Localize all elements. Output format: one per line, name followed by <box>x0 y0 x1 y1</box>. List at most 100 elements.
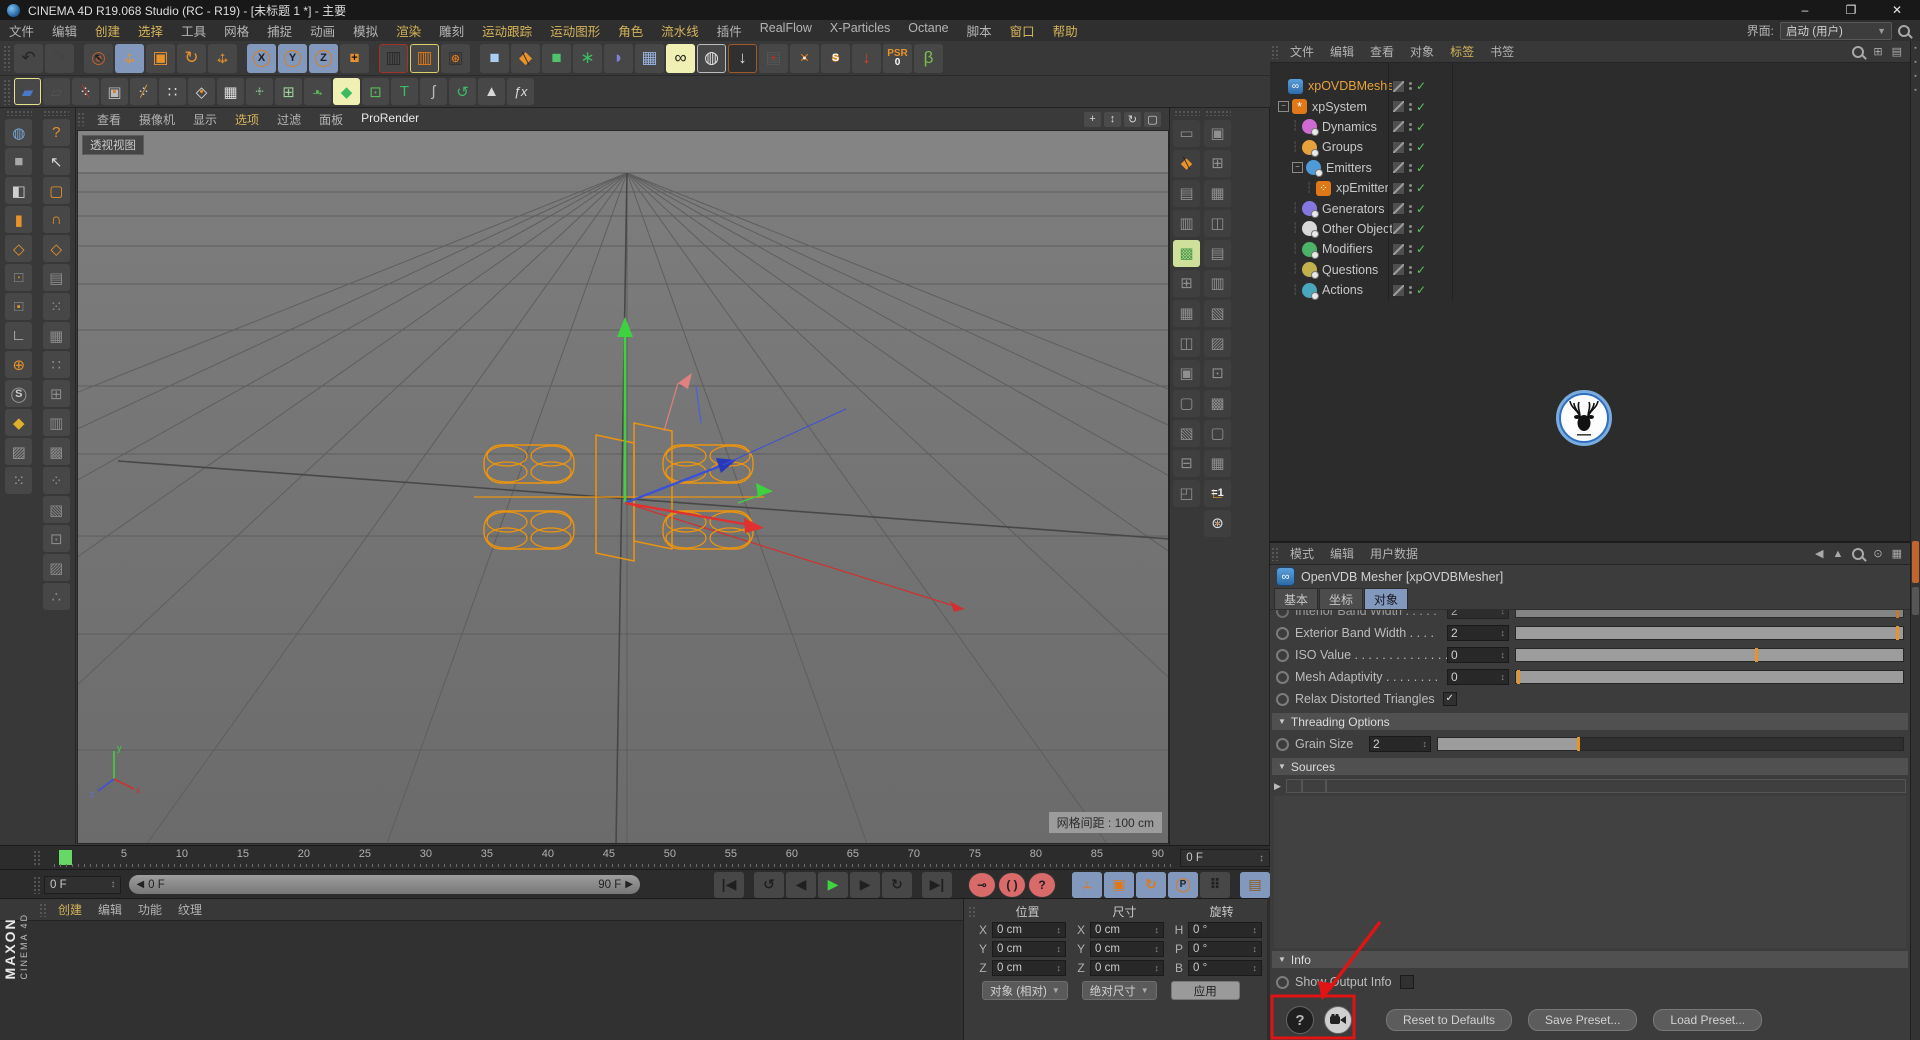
palette-b-10[interactable]: ▢ <box>1204 420 1231 447</box>
play-forwards-button[interactable]: ▶ <box>818 872 848 898</box>
palette-b-0[interactable]: ▣ <box>1204 120 1231 147</box>
save-preset-button[interactable]: Save Preset... <box>1528 1009 1637 1031</box>
editor-visibility-toggle[interactable] <box>1392 243 1405 256</box>
coords-input[interactable]: 0 °↕ <box>1188 941 1262 957</box>
spinner-arrows-icon[interactable]: ↕ <box>1057 925 1062 935</box>
add-xparticles-object[interactable]: ∗ <box>573 44 602 73</box>
help-icon[interactable]: ? <box>43 119 70 146</box>
render-active-view[interactable]: ▥ <box>379 44 408 73</box>
keyframe-ring-icon[interactable] <box>1276 693 1289 706</box>
play-loop-button[interactable]: ↻ <box>882 872 912 898</box>
coords-input[interactable]: 0 °↕ <box>1188 922 1262 938</box>
menu-item-捕捉[interactable]: 捕捉 <box>258 21 301 40</box>
render-visibility-dots[interactable] <box>1409 82 1412 90</box>
palette-a-11[interactable]: ⊟ <box>1173 450 1200 477</box>
paint-tool[interactable]: ◆ <box>5 409 32 436</box>
edge-icon-a[interactable]: ▪ <box>1914 45 1916 52</box>
mm-menu-item-编辑[interactable]: 编辑 <box>90 901 130 918</box>
slider-thumb[interactable] <box>1896 610 1899 618</box>
search-icon[interactable] <box>1898 25 1910 37</box>
menu-item-渲染[interactable]: 渲染 <box>387 21 430 40</box>
snap-lock-dots[interactable]: ⁙ <box>5 467 32 494</box>
render-visibility-dots[interactable] <box>1409 205 1412 213</box>
menu-item-雕刻[interactable]: 雕刻 <box>430 21 473 40</box>
workplane-mode[interactable]: ▮ <box>5 206 32 233</box>
om-menu-item-标签[interactable]: 标签 <box>1442 43 1482 60</box>
keyframe-ring-icon[interactable] <box>1276 627 1289 640</box>
editor-visibility-toggle[interactable] <box>1392 161 1405 174</box>
param-value-field[interactable]: 2↕ <box>1447 625 1509 641</box>
menu-item-脚本[interactable]: 脚本 <box>958 21 1001 40</box>
menu-item-窗口[interactable]: 窗口 <box>1001 21 1044 40</box>
key-rotation-toggle[interactable]: ↻ <box>1136 872 1166 898</box>
xp-cubes-green[interactable]: ⊞ <box>275 78 302 105</box>
leftbar-grip[interactable] <box>43 110 69 116</box>
array-b[interactable]: ⁙ <box>43 293 70 320</box>
key-position-toggle[interactable]: ↔↕ <box>1072 872 1102 898</box>
toolbar-grip[interactable] <box>3 79 10 105</box>
param-checkbox[interactable]: ✓ <box>1443 692 1457 706</box>
menu-item-Octane[interactable]: Octane <box>899 21 957 40</box>
edge-icon-b[interactable]: ▪ <box>1914 59 1916 66</box>
xp-diamond-dots[interactable]: ◇• <box>188 78 215 105</box>
record-help-button[interactable]: ? <box>1028 872 1056 898</box>
palette-a-6[interactable]: ▦ <box>1173 300 1200 327</box>
section-Info[interactable]: ▼Info <box>1272 951 1908 968</box>
simulation-mode[interactable]: ◯S <box>5 380 32 407</box>
live-selection-tool[interactable]: ◎↖ <box>84 44 113 73</box>
am-layout-icon[interactable]: ▦ <box>1892 547 1902 560</box>
array-a[interactable]: ▤ <box>43 264 70 291</box>
editor-visibility-toggle[interactable] <box>1392 120 1405 133</box>
spinner-arrows-icon[interactable]: ↕ <box>1501 672 1506 682</box>
add-deformer[interactable]: ◗ <box>604 44 633 73</box>
range-grip[interactable] <box>33 876 40 894</box>
mm-menu-item-功能[interactable]: 功能 <box>130 901 170 918</box>
render-visibility-dots[interactable] <box>1409 184 1412 192</box>
plugin-character-icon[interactable]: β <box>914 44 943 73</box>
param-slider[interactable] <box>1437 737 1904 751</box>
om-layout-icon[interactable]: ▤ <box>1892 45 1902 58</box>
slider-thumb[interactable] <box>1517 670 1520 684</box>
om-menu-item-文件[interactable]: 文件 <box>1282 43 1322 60</box>
keyframe-ring-icon[interactable] <box>1276 738 1289 751</box>
spinner-arrows-icon[interactable]: ↕ <box>1501 628 1506 638</box>
select-lasso[interactable]: ∩ <box>43 206 70 233</box>
tree-row-Generators[interactable]: ┆Generators✓ <box>1270 198 1910 218</box>
menu-item-文件[interactable]: 文件 <box>0 21 43 40</box>
palette-a-12[interactable]: ◰ <box>1173 480 1200 507</box>
axis-workplane[interactable]: ∟ <box>5 322 32 349</box>
editor-visibility-toggle[interactable] <box>1392 141 1405 154</box>
menu-item-运动图形[interactable]: 运动图形 <box>541 21 609 40</box>
preset-help-button[interactable]: ? <box>1286 1006 1314 1034</box>
array-k[interactable]: ▨ <box>43 554 70 581</box>
render-visibility-dots[interactable] <box>1409 123 1412 131</box>
viewport-solo[interactable]: ⊕ <box>5 351 32 378</box>
fx-tool[interactable]: ƒx <box>507 78 534 105</box>
array-g[interactable]: ▩ <box>43 438 70 465</box>
param-value-field[interactable]: 0↕ <box>1447 647 1509 663</box>
array-i[interactable]: ▧ <box>43 496 70 523</box>
palette-b-4[interactable]: ▤ <box>1204 240 1231 267</box>
menu-item-网格[interactable]: 网格 <box>215 21 258 40</box>
redo-icon[interactable]: ↷ <box>45 44 74 73</box>
editor-visibility-toggle[interactable] <box>1392 263 1405 276</box>
scene-s-tool[interactable]: ●S <box>821 44 850 73</box>
array-l[interactable]: ∴ <box>43 583 70 610</box>
palette-b-7[interactable]: ▨ <box>1204 330 1231 357</box>
apply-button[interactable]: 应用 <box>1171 981 1240 1000</box>
array-d[interactable]: ∷ <box>43 351 70 378</box>
pan-view-icon[interactable]: + <box>1084 112 1101 127</box>
keyframe-ring-icon[interactable] <box>1276 976 1289 989</box>
xp-swirl-generator[interactable]: ↺ <box>449 78 476 105</box>
previous-frame-button[interactable]: ◀ <box>786 872 816 898</box>
am-menu-item-编辑[interactable]: 编辑 <box>1322 545 1362 562</box>
palette-a-0[interactable]: ▭ <box>1173 120 1200 147</box>
coords-input[interactable]: 0 °↕ <box>1188 960 1262 976</box>
tab-坐标[interactable]: 坐标 <box>1319 588 1363 609</box>
editor-visibility-toggle[interactable] <box>1392 202 1405 215</box>
am-menu-item-模式[interactable]: 模式 <box>1282 545 1322 562</box>
edge-icon-d[interactable]: ▪ <box>1914 87 1916 94</box>
interface-dropdown[interactable]: 启动 (用户) ▼ <box>1780 22 1892 40</box>
keyframe-ring-icon[interactable] <box>1276 671 1289 684</box>
toggle-view-icon[interactable]: ▢ <box>1144 112 1161 127</box>
